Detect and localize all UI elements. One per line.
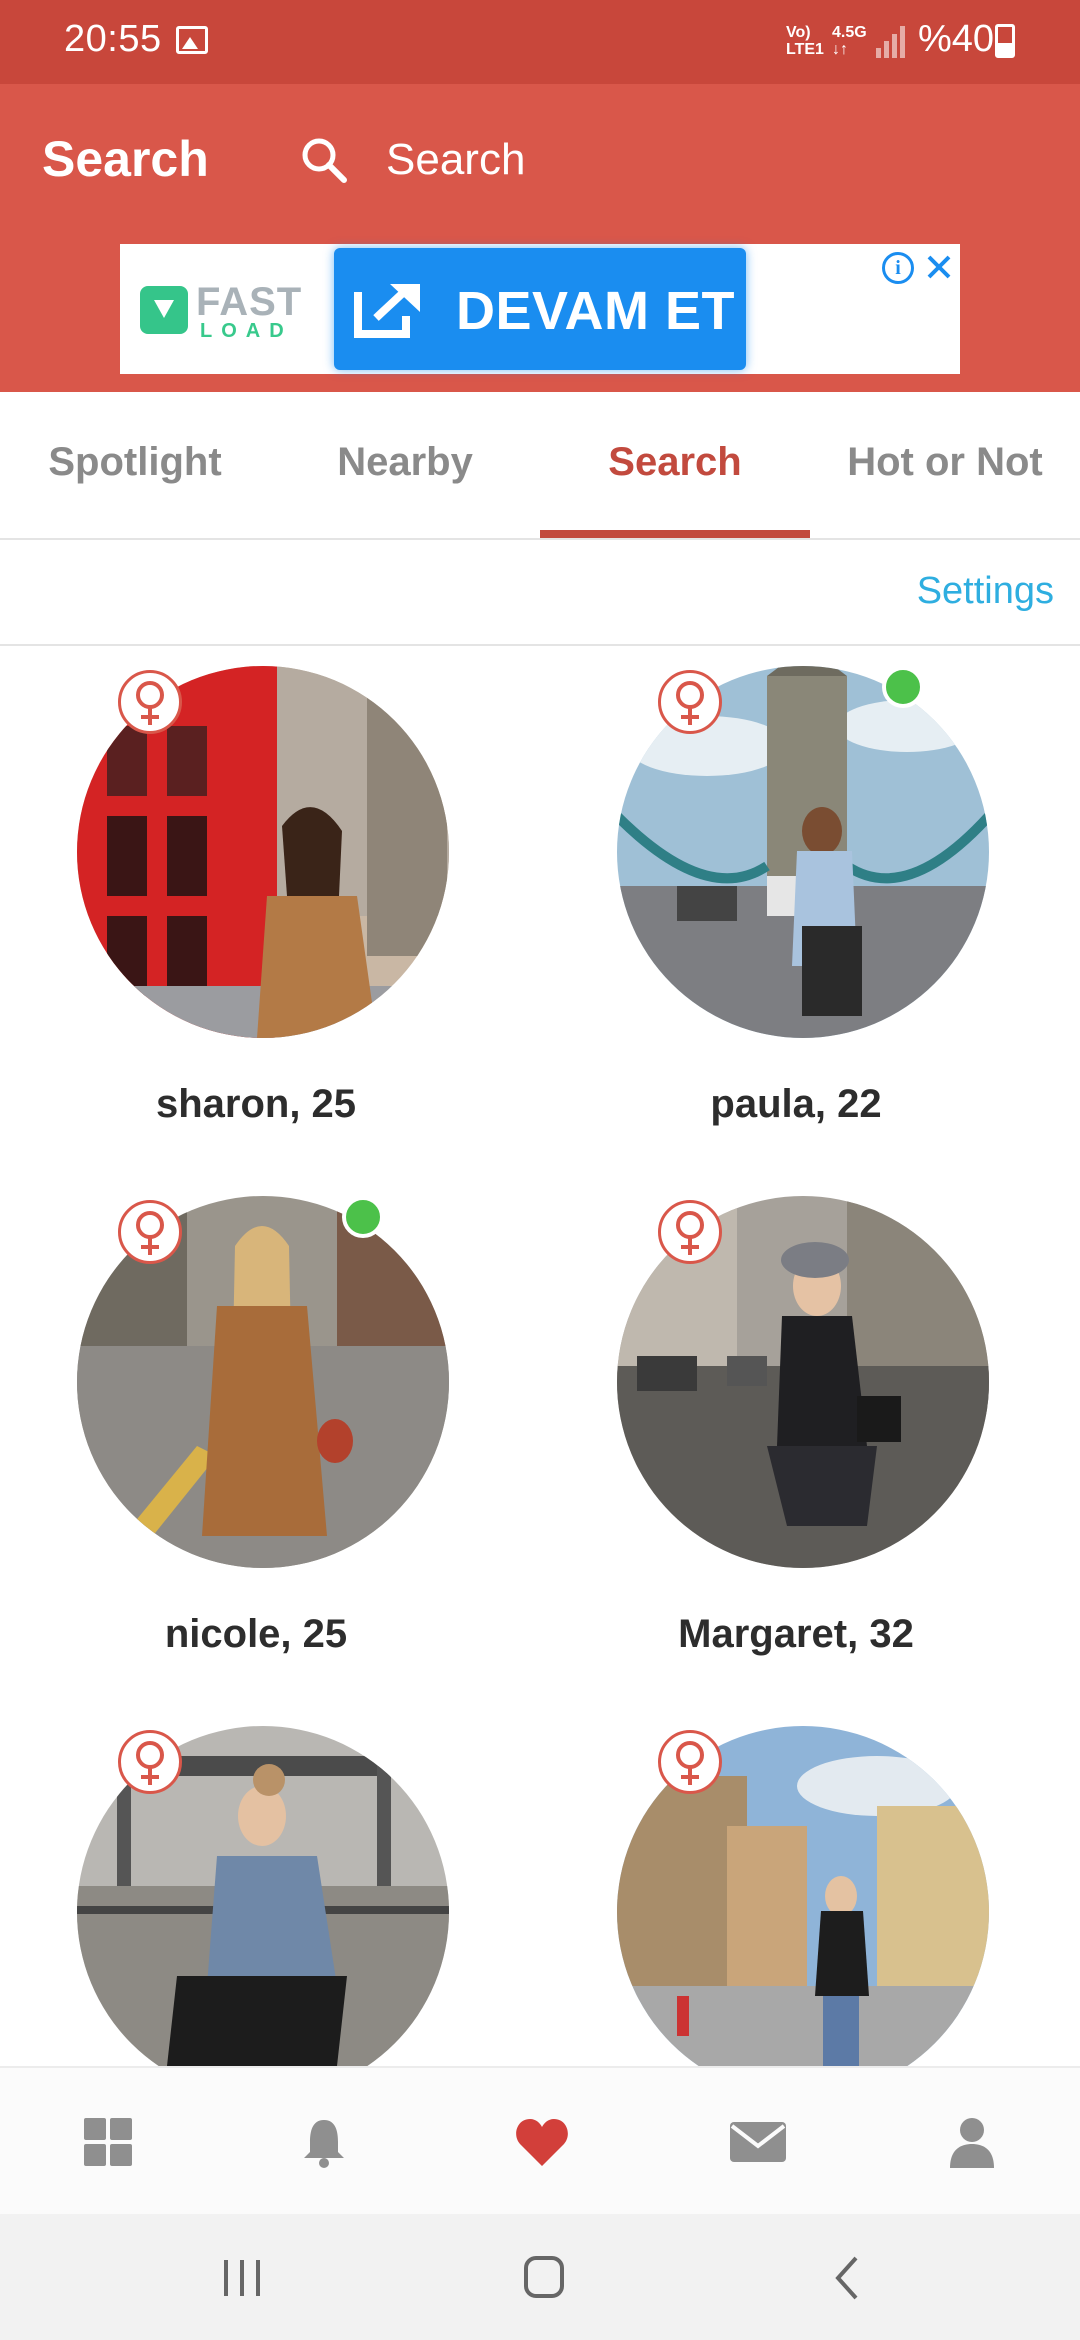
female-icon [658,1730,722,1794]
status-time: 20:55 [64,18,162,60]
ad-cta-label: DEVAM ET [456,281,736,341]
profile-card[interactable]: paula, 22 [540,646,1080,1176]
settings-link[interactable]: Settings [917,570,1054,613]
profile-card[interactable] [0,1706,540,2066]
page-title: Search [42,131,209,187]
online-indicator [342,1196,384,1238]
external-link-icon [354,284,420,338]
ad-info-icon[interactable]: i [882,252,914,284]
profile-name: Margaret, 32 [678,1612,914,1656]
female-icon [118,1200,182,1264]
nav-browse[interactable] [0,2068,216,2216]
female-icon [658,1200,722,1264]
profile-grid: sharon, 25 paula, 22 nicole, 25 Margaret… [0,646,1080,2066]
grid-icon [84,2118,132,2166]
ad-banner[interactable]: FAST LOAD DEVAM ET i [120,244,960,374]
profile-card[interactable] [540,1706,1080,2066]
profile-card[interactable]: nicole, 25 [0,1176,540,1706]
battery-icon [995,24,1015,58]
tab-bar: Spotlight Nearby Search Hot or Not [0,392,1080,540]
home-icon[interactable] [514,2252,574,2304]
tab-hot-or-not[interactable]: Hot or Not [810,440,1080,485]
download-badge-icon [140,286,188,334]
search-box[interactable] [290,120,990,204]
settings-row: Settings [0,540,1080,646]
back-icon[interactable] [818,2252,878,2304]
person-icon [950,2118,994,2168]
image-notification-icon [176,26,208,54]
profile-name: nicole, 25 [164,1612,348,1656]
app-header: Search FAST LOAD DEVAM ET i [0,84,1080,392]
heart-icon [516,2119,568,2166]
status-bar: 20:55 Vo) LTE1 4.5G ↓↑ %40 [0,0,1080,84]
battery-percent: %40 [918,18,995,60]
search-icon[interactable] [298,134,350,186]
profile-name: sharon, 25 [155,1082,357,1126]
female-icon [658,670,722,734]
nav-notifications[interactable] [216,2068,432,2216]
nav-messages[interactable] [648,2068,864,2216]
profile-card[interactable]: Margaret, 32 [540,1176,1080,1706]
volte-indicator: Vo) LTE1 [786,24,824,58]
network-type-indicator: 4.5G ↓↑ [832,24,867,58]
bell-icon [304,2120,344,2168]
tab-spotlight[interactable]: Spotlight [0,440,270,485]
online-indicator [882,666,924,708]
mail-icon [730,2122,786,2162]
active-tab-indicator [540,530,810,538]
system-navigation-bar [0,2214,1080,2340]
recents-icon[interactable] [212,2252,272,2304]
profile-name: paula, 22 [710,1082,882,1126]
signal-icon [876,24,906,58]
nav-profile[interactable] [864,2068,1080,2216]
ad-cta-button[interactable]: DEVAM ET [334,248,746,370]
profile-card[interactable]: sharon, 25 [0,646,540,1176]
search-input[interactable] [386,130,946,190]
tab-search[interactable]: Search [540,440,810,485]
tab-nearby[interactable]: Nearby [270,440,540,485]
female-icon [118,670,182,734]
nav-likes[interactable] [432,2068,648,2216]
bottom-navigation [0,2066,1080,2214]
ad-close-icon[interactable] [922,250,956,284]
female-icon [118,1730,182,1794]
